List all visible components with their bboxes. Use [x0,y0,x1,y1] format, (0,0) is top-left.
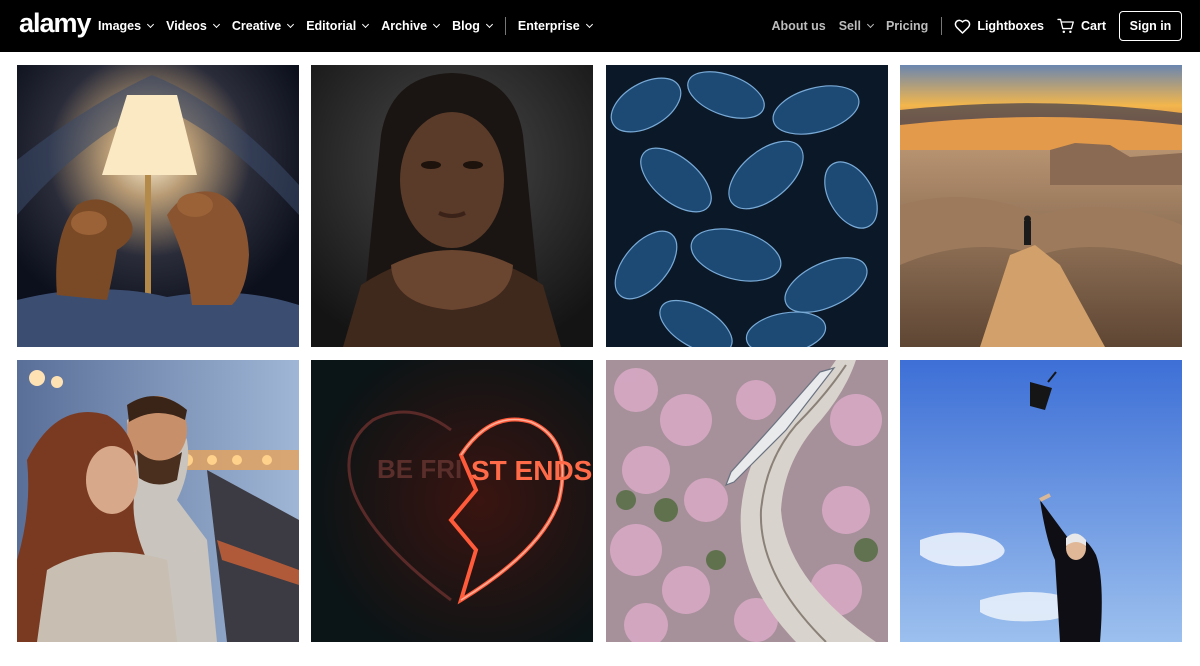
couple-at-dusk-photo [17,360,299,642]
neon-right-text: ST ENDS [471,455,592,486]
secondary-nav: About us Sell Pricing Lightboxes Cart Si… [772,0,1200,52]
cart-label: Cart [1080,19,1106,33]
nav-archive-label: Archive [381,19,428,33]
chevron-down-icon [212,20,220,29]
nav-divider [504,17,506,35]
nav-about-us[interactable]: About us [772,19,826,33]
lightboxes-link[interactable]: Lightboxes [954,19,1044,34]
nav-editorial[interactable]: Editorial [306,19,370,33]
nav-creative-label: Creative [231,19,282,33]
nav-creative[interactable]: Creative [231,19,295,33]
alamy-logo[interactable]: alamy [19,8,92,39]
chevron-down-icon [362,20,370,29]
lightboxes-label: Lightboxes [977,19,1044,33]
gallery-tile[interactable]: BE FRI ST ENDS [311,360,593,642]
nav-editorial-label: Editorial [306,19,357,33]
gallery-tile[interactable] [606,360,888,642]
gallery-tile[interactable] [606,65,888,347]
dogs-under-lamp-photo [17,65,299,347]
neon-left-text: BE FRI [377,454,462,484]
nav-images[interactable]: Images [98,19,155,33]
nav-videos[interactable]: Videos [166,19,220,33]
nav-enterprise-label: Enterprise [517,19,580,33]
frosted-leaves-photo [606,65,888,347]
chevron-down-icon [866,20,874,29]
nav-sell-label: Sell [838,19,861,33]
gallery-tile[interactable] [17,65,299,347]
chevron-down-icon [287,20,295,29]
gallery-tile[interactable] [900,65,1182,347]
nav-images-label: Images [98,19,142,33]
graduate-throwing-cap-photo [900,360,1182,642]
nav-archive[interactable]: Archive [381,19,441,33]
gallery-tile[interactable] [900,360,1182,642]
chevron-down-icon [585,20,593,29]
cart-icon [1057,18,1074,34]
chevron-down-icon [147,20,155,29]
primary-nav: Images Videos Creative Editorial Archive… [98,0,605,52]
desert-canyon-sunset-photo [900,65,1182,347]
nav-blog[interactable]: Blog [452,19,493,33]
nav-sell[interactable]: Sell [838,19,874,33]
cart-link[interactable]: Cart [1057,18,1106,34]
heart-icon [954,19,971,34]
nav-divider [941,17,943,35]
chevron-down-icon [485,20,493,29]
nav-pricing[interactable]: Pricing [886,19,928,33]
gallery-tile[interactable] [17,360,299,642]
chevron-down-icon [433,20,441,29]
nav-videos-label: Videos [166,19,207,33]
woman-portrait-photo [311,65,593,347]
neon-best-friends-heart-photo: BE FRI ST ENDS [311,360,593,642]
train-through-blossoms-photo [606,360,888,642]
gallery-tile[interactable] [311,65,593,347]
nav-enterprise[interactable]: Enterprise [517,19,593,33]
sign-in-button[interactable]: Sign in [1119,11,1182,41]
nav-blog-label: Blog [452,19,480,33]
top-navigation-bar: alamy Images Videos Creative Editorial A… [0,0,1200,52]
